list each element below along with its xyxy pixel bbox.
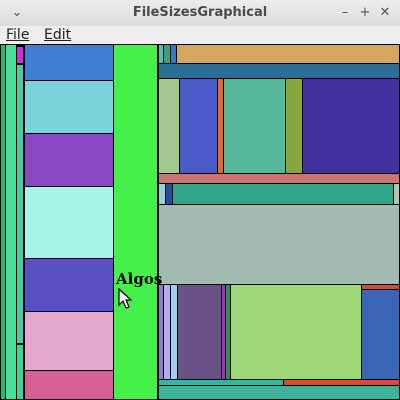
treemap-cell[interactable] xyxy=(16,344,24,400)
treemap-cell[interactable] xyxy=(24,311,114,371)
treemap-cell[interactable] xyxy=(158,78,180,174)
treemap-cell[interactable] xyxy=(24,133,114,187)
treemap-cell[interactable] xyxy=(285,78,303,174)
treemap-cell[interactable] xyxy=(24,80,114,134)
treemap-cell[interactable] xyxy=(16,64,24,344)
treemap-cell-algos[interactable] xyxy=(113,44,158,400)
treemap-cell[interactable] xyxy=(16,46,24,64)
menu-edit[interactable]: Edit xyxy=(44,26,71,44)
application-window: ⌄ FileSizesGraphical – + ✕ File Edit Alg… xyxy=(0,0,400,400)
treemap-cell[interactable] xyxy=(302,78,400,174)
treemap-cell[interactable] xyxy=(230,284,362,380)
menu-file-label: File xyxy=(6,27,30,43)
maximize-button[interactable]: + xyxy=(356,4,374,22)
treemap-cell[interactable] xyxy=(158,63,400,79)
treemap-cell[interactable] xyxy=(393,183,400,205)
algos-label: Algos xyxy=(116,270,163,288)
treemap-cell[interactable] xyxy=(179,78,218,174)
title-bar: ⌄ FileSizesGraphical – + ✕ xyxy=(0,0,400,27)
treemap-cell[interactable] xyxy=(361,289,400,380)
treemap-cell[interactable] xyxy=(172,183,394,205)
close-button[interactable]: ✕ xyxy=(376,4,394,22)
treemap-cell[interactable] xyxy=(24,44,114,81)
menu-edit-label: Edit xyxy=(44,27,72,43)
menu-file[interactable]: File xyxy=(6,26,29,44)
treemap-cell[interactable] xyxy=(158,385,400,400)
minimize-button[interactable]: – xyxy=(336,4,354,22)
treemap-cell[interactable] xyxy=(177,284,222,380)
treemap-cell[interactable] xyxy=(158,204,400,285)
menu-bar: File Edit xyxy=(0,26,400,44)
treemap-canvas[interactable]: Algos xyxy=(0,44,400,400)
treemap-cell[interactable] xyxy=(223,78,286,174)
treemap-cell[interactable] xyxy=(24,370,114,400)
treemap-cell[interactable] xyxy=(24,258,114,312)
treemap-cell[interactable] xyxy=(24,186,114,259)
treemap-cell[interactable] xyxy=(176,44,400,64)
mouse-pointer-icon xyxy=(118,288,133,309)
